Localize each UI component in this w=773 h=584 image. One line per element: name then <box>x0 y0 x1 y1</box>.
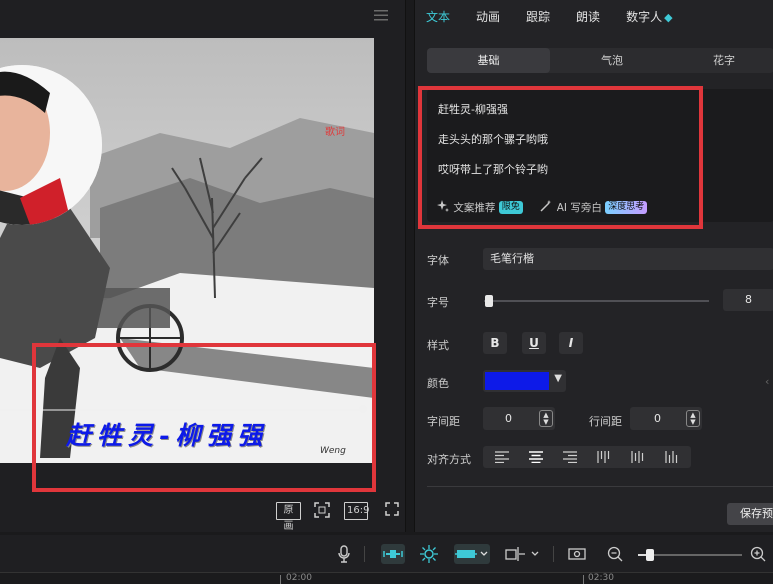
hamburger-icon[interactable] <box>374 7 388 25</box>
char-spacing-input[interactable]: 0 ▲ ▼ <box>483 407 555 430</box>
zoom-out-icon[interactable] <box>607 544 623 564</box>
chevron-down-icon: ▼ <box>554 373 562 384</box>
size-label: 字号 <box>427 296 449 309</box>
ruler-label: 02:00 <box>286 573 312 583</box>
properties-panel: 文本 动画 跟踪 朗读 数字人 ◆ 基础 气泡 花字 赶牲灵-柳强强 走头头的那个… <box>414 0 773 532</box>
sub-tab-basic[interactable]: 基础 <box>427 48 550 73</box>
watermark-text: 歌词 <box>325 125 345 138</box>
link-clips-icon[interactable] <box>381 544 405 564</box>
chevron-left-icon[interactable]: ‹ <box>765 375 769 388</box>
expand-icon[interactable] <box>384 502 400 520</box>
sub-tabs: 基础 气泡 花字 <box>427 48 773 73</box>
subtitle-highlight-box <box>32 343 376 492</box>
font-size-slider[interactable] <box>484 300 709 302</box>
save-preset-button[interactable]: 保存预设 <box>727 503 773 525</box>
vertical-align-top-icon[interactable] <box>597 451 611 463</box>
char-spacing-label: 字间距 <box>427 415 460 428</box>
line-spacing-value: 0 <box>654 412 661 425</box>
vertical-align-middle-icon[interactable] <box>631 451 645 463</box>
timeline-ruler[interactable]: 02:00 02:30 <box>0 572 773 584</box>
align-label: 对齐方式 <box>427 453 471 466</box>
preview-controls: 原画 16:9 <box>0 494 406 532</box>
tab-text[interactable]: 文本 <box>426 0 450 34</box>
divider <box>364 546 365 562</box>
align-right-icon[interactable] <box>563 451 577 463</box>
microphone-icon[interactable] <box>338 544 350 564</box>
screenshot-icon[interactable] <box>568 544 586 564</box>
line-spacing-input[interactable]: 0 ▲ ▼ <box>630 407 702 430</box>
zoom-slider-handle[interactable] <box>646 549 654 561</box>
text-editor-highlight-box <box>418 86 703 229</box>
stepper-icon[interactable]: ▲ ▼ <box>686 410 700 427</box>
font-label: 字体 <box>427 254 449 267</box>
sub-tab-bubble[interactable]: 气泡 <box>550 48 674 73</box>
screen-fit-icon[interactable] <box>313 502 331 520</box>
bold-button[interactable]: B <box>483 332 507 354</box>
underline-button[interactable]: U <box>522 332 546 354</box>
line-spacing-label: 行间距 <box>589 415 622 428</box>
property-tabs: 文本 动画 跟踪 朗读 数字人 ◆ <box>415 0 773 34</box>
char-spacing-value: 0 <box>505 412 512 425</box>
ruler-label: 02:30 <box>588 573 614 583</box>
alignment-buttons <box>483 446 691 468</box>
preview-axis-icon[interactable] <box>454 544 490 564</box>
timeline-toolbar <box>0 535 773 572</box>
tab-digital-human-label: 数字人 <box>626 10 663 24</box>
font-size-input[interactable]: 8 <box>723 289 773 311</box>
diamond-icon: ◆ <box>664 11 673 24</box>
split-icon[interactable] <box>505 544 541 564</box>
color-picker[interactable]: ▼ <box>483 370 566 392</box>
color-label: 颜色 <box>427 377 449 390</box>
vertical-align-bottom-icon[interactable] <box>665 451 679 463</box>
align-left-icon[interactable] <box>495 451 509 463</box>
align-center-icon[interactable] <box>529 451 543 463</box>
divider <box>553 546 554 562</box>
divider <box>427 486 773 487</box>
tab-animation[interactable]: 动画 <box>476 0 500 34</box>
zoom-in-icon[interactable] <box>750 544 766 564</box>
stepper-icon[interactable]: ▲ ▼ <box>539 410 553 427</box>
preview-panel: 歌词 Weng 赶牲灵-柳强强 原画 16:9 <box>0 0 406 532</box>
sub-tab-fancy-text[interactable]: 花字 <box>674 48 773 73</box>
original-quality-button[interactable]: 原画 <box>276 502 301 532</box>
font-select[interactable]: 毛笔行楷 <box>483 248 773 270</box>
style-label: 样式 <box>427 339 449 352</box>
aspect-ratio-button[interactable]: 16:9 <box>344 502 369 520</box>
color-fill <box>485 372 549 390</box>
tab-reading[interactable]: 朗读 <box>576 0 600 34</box>
tab-digital-human[interactable]: 数字人 ◆ <box>626 0 672 34</box>
italic-button[interactable]: I <box>559 332 583 354</box>
tab-tracking[interactable]: 跟踪 <box>526 0 550 34</box>
font-size-slider-handle[interactable] <box>484 295 493 307</box>
snap-icon[interactable] <box>418 544 440 564</box>
